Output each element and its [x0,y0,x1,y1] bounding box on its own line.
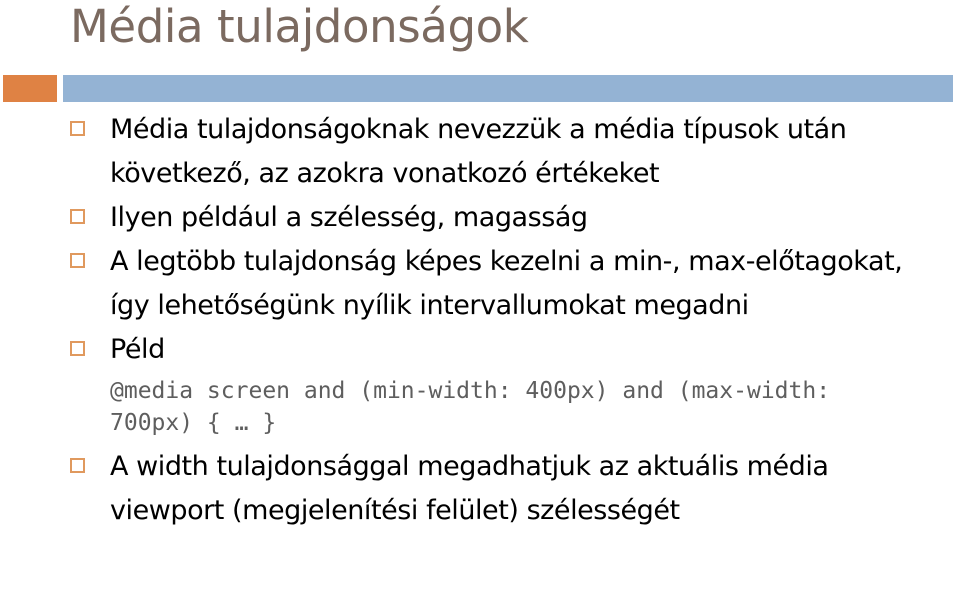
bullet-text-2: Ilyen például a szélesség, magasság [110,202,588,233]
slide-body: Média tulajdonságoknak nevezzük a média … [0,108,960,592]
hollow-square-bullet-icon [70,341,85,356]
bullet-item-2: Ilyen például a szélesség, magasság [0,196,960,240]
bullet-text-1: Média tulajdonságoknak nevezzük a média … [110,114,855,189]
bullet-item-1: Média tulajdonságoknak nevezzük a média … [0,108,960,196]
hollow-square-bullet-icon [70,253,85,268]
code-example-block: @media screen and (min-width: 400px) and… [0,372,960,445]
hollow-square-bullet-icon [70,121,85,136]
slide-title: Média tulajdonságok [70,0,529,53]
blue-accent-bar [63,75,953,102]
presentation-slide: Média tulajdonságok Média tulajdonságokn… [0,0,960,592]
bullet-text-4: Péld [110,334,165,365]
hollow-square-bullet-icon [70,209,85,224]
code-example-text: @media screen and (min-width: 400px) and… [110,378,844,436]
hollow-square-bullet-icon [70,458,85,473]
title-divider [0,75,960,102]
bullet-item-4: Péld [0,328,960,372]
orange-accent-block [3,75,57,102]
bullet-text-3: A legtöbb tulajdonság képes kezelni a mi… [110,246,911,321]
bullet-text-5: A width tulajdonsággal megadhatjuk az ak… [110,451,837,526]
bullet-item-5: A width tulajdonsággal megadhatjuk az ak… [0,445,960,533]
bullet-item-3: A legtöbb tulajdonság képes kezelni a mi… [0,240,960,328]
